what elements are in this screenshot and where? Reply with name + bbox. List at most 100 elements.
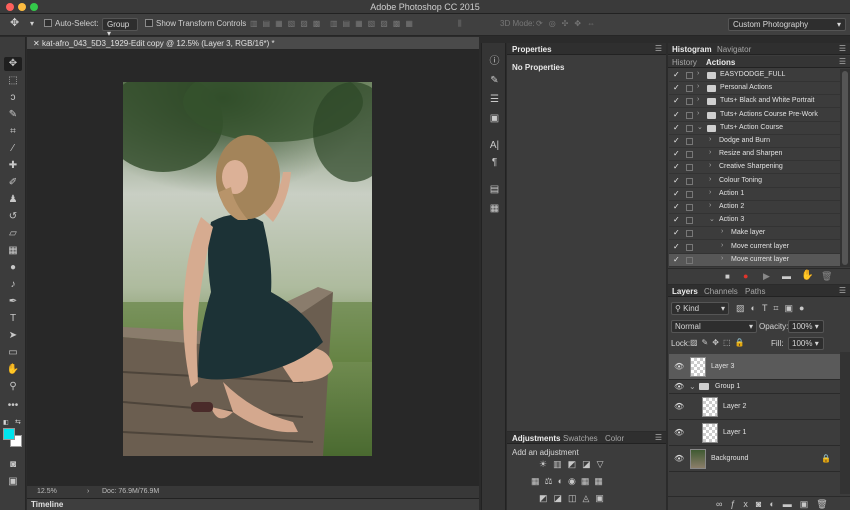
toggle-checkmark-icon[interactable]: ✓	[673, 162, 680, 171]
gradient-tool-icon[interactable]: ▦	[4, 244, 22, 258]
toggle-checkmark-icon[interactable]: ✓	[673, 215, 680, 224]
paragraph-icon[interactable]: ¶	[487, 156, 502, 169]
action-set-row[interactable]: ✓ › EASYDODGE_FULL	[669, 69, 840, 82]
layer-row[interactable]: 👁 ⌄ Group 1	[669, 380, 840, 394]
dialog-toggle[interactable]	[686, 111, 693, 119]
brush-tool-icon[interactable]: ✐	[4, 176, 22, 190]
new-action-button[interactable]: ✋	[801, 270, 813, 281]
toggle-checkmark-icon[interactable]: ✓	[673, 70, 680, 79]
delete-action-button[interactable]: 🗑	[821, 271, 832, 282]
collapsed-chevron-icon[interactable]: ›	[721, 255, 723, 262]
action-set-row[interactable]: ✓ › Personal Actions	[669, 82, 840, 96]
dialog-toggle[interactable]	[686, 151, 693, 159]
styles-icon[interactable]: ▣	[487, 112, 502, 125]
info-icon[interactable]: ⓘ	[487, 55, 502, 68]
play-button[interactable]: ▶	[763, 271, 770, 282]
layer-row[interactable]: 👁 Layer 2	[669, 394, 840, 420]
collapsed-chevron-icon[interactable]: ›	[697, 96, 699, 103]
brush-presets-icon[interactable]: ✎	[487, 74, 502, 87]
visibility-eye-icon[interactable]: 👁	[674, 402, 684, 411]
blur-tool-icon[interactable]: ●	[4, 261, 22, 275]
auto-select-checkbox[interactable]: Auto-Select:	[44, 19, 99, 28]
auto-select-dropdown[interactable]: Group ▾	[102, 18, 138, 38]
document-tab[interactable]: ✕ kat-afro_043_5D3_1929-Edit copy @ 12.5…	[27, 37, 479, 50]
collapsed-chevron-icon[interactable]: ›	[709, 136, 711, 143]
panel-menu-icon[interactable]: ☰	[839, 57, 846, 66]
expanded-chevron-icon[interactable]: ⌄	[709, 215, 715, 223]
dialog-toggle[interactable]	[686, 243, 693, 251]
action-set-row[interactable]: ✓ › Tuts+ Black and White Portrait	[669, 95, 840, 109]
action-step-row[interactable]: ✓ › Make layer	[669, 227, 840, 241]
workspace-dropdown[interactable]: Custom Photography ▾	[728, 18, 846, 31]
dialog-toggle[interactable]	[686, 72, 693, 79]
action-step-row[interactable]: ✓ › Move current layer	[669, 241, 840, 254]
dialog-toggle[interactable]	[686, 190, 693, 198]
tab-channels[interactable]: Channels	[704, 287, 738, 296]
expanded-chevron-icon[interactable]: ⌄	[689, 382, 696, 391]
action-row[interactable]: ✓ › Creative Sharpening	[669, 161, 840, 175]
action-step-row[interactable]: ✓ › Move current layer	[669, 253, 840, 267]
tab-actions[interactable]: Actions	[706, 58, 735, 67]
tab-adjustments[interactable]: Adjustments	[512, 434, 560, 443]
blend-mode-dropdown[interactable]: Normal ▾	[671, 320, 757, 333]
collapsed-chevron-icon[interactable]: ›	[709, 149, 711, 156]
toggle-checkmark-icon[interactable]: ✓	[673, 228, 680, 237]
fill-field[interactable]: 100% ▾	[788, 337, 824, 350]
tab-swatches[interactable]: Swatches	[563, 434, 598, 443]
layer-filter-icons[interactable]: ▨◐T⌗▣●	[736, 303, 810, 314]
adjustment-buttons-row-3[interactable]: ◩◪◫◬▣	[539, 493, 610, 504]
dialog-toggle[interactable]	[686, 177, 693, 185]
move-tool-icon[interactable]: ✥	[10, 16, 19, 29]
hand-tool-icon[interactable]: ✋	[4, 363, 22, 377]
collapsed-chevron-icon[interactable]: ›	[709, 189, 711, 196]
expanded-chevron-icon[interactable]: ⌄	[697, 123, 703, 131]
panel-menu-icon[interactable]: ☰	[655, 44, 662, 53]
action-row[interactable]: ✓ › Dodge and Burn	[669, 135, 840, 148]
layer-comps-icon[interactable]: ▤	[487, 183, 502, 196]
auto-align-icon[interactable]: ⫼	[458, 19, 465, 29]
move-tool-icon[interactable]: ✥	[4, 57, 22, 71]
adjustment-buttons-row-2[interactable]: ▦⚖◐◉▦▦	[531, 476, 608, 487]
layer-filter-dropdown[interactable]: ⚲ Kind ▾	[671, 302, 729, 315]
panel-menu-icon[interactable]: ☰	[655, 433, 662, 442]
dialog-toggle[interactable]	[686, 256, 693, 264]
panel-menu-icon[interactable]: ☰	[839, 286, 846, 295]
panel-menu-icon[interactable]: ☰	[839, 44, 846, 53]
collapsed-chevron-icon[interactable]: ›	[697, 70, 699, 77]
tab-histogram[interactable]: Histogram	[672, 45, 712, 54]
pen-tool-icon[interactable]: ✒	[4, 295, 22, 309]
dodge-tool-icon[interactable]: ♪	[4, 278, 22, 292]
collapsed-chevron-icon[interactable]: ›	[709, 162, 711, 169]
status-chevron-icon[interactable]: ›	[87, 488, 89, 495]
rectangle-tool-icon[interactable]: ▭	[4, 346, 22, 360]
toggle-checkmark-icon[interactable]: ✓	[673, 176, 680, 185]
zoom-tool-icon[interactable]: ⚲	[4, 380, 22, 394]
collapsed-chevron-icon[interactable]: ›	[709, 176, 711, 183]
dialog-toggle[interactable]	[686, 98, 693, 106]
toggle-checkmark-icon[interactable]: ✓	[673, 149, 680, 158]
clone-stamp-tool-icon[interactable]: ♟	[4, 193, 22, 207]
adjustment-buttons-row-1[interactable]: ☀▥◩◪▽	[539, 459, 610, 470]
healing-brush-tool-icon[interactable]: ✚	[4, 159, 22, 173]
dialog-toggle[interactable]	[686, 138, 693, 145]
path-selection-tool-icon[interactable]: ➤	[4, 329, 22, 343]
notes-icon[interactable]: ▦	[487, 202, 502, 215]
swap-colors-icon[interactable]: ⇆	[15, 418, 21, 426]
tab-navigator[interactable]: Navigator	[717, 45, 751, 54]
layers-scrollbar[interactable]	[840, 352, 850, 494]
eraser-tool-icon[interactable]: ▱	[4, 227, 22, 241]
collapsed-chevron-icon[interactable]: ›	[721, 242, 723, 249]
visibility-eye-icon[interactable]: 👁	[674, 428, 684, 437]
action-set-row[interactable]: ✓ ⌄ Tuts+ Action Course	[669, 122, 840, 135]
tab-color[interactable]: Color	[605, 434, 624, 443]
foreground-color-swatch[interactable]	[3, 428, 15, 440]
visibility-eye-icon[interactable]: 👁	[674, 454, 684, 463]
visibility-eye-icon[interactable]: 👁	[674, 382, 684, 391]
dialog-toggle[interactable]	[686, 85, 693, 93]
action-row[interactable]: ✓ ⌄ Action 3	[669, 214, 840, 228]
action-row[interactable]: ✓ › Resize and Sharpen	[669, 148, 840, 162]
timeline-panel-tab[interactable]: Timeline	[27, 498, 479, 510]
more-tools-icon[interactable]: •••	[4, 399, 22, 413]
tab-layers[interactable]: Layers	[672, 287, 698, 296]
toggle-checkmark-icon[interactable]: ✓	[673, 110, 680, 119]
